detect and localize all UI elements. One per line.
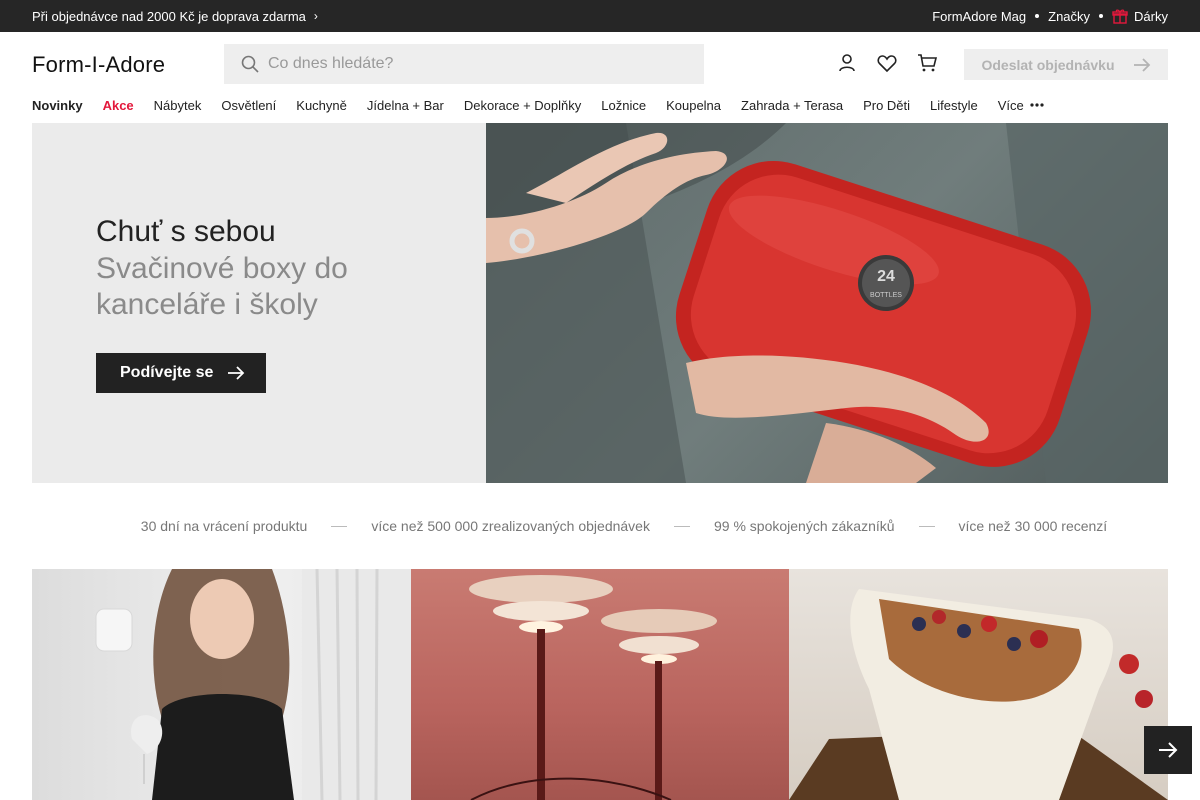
hero-cta-button[interactable]: Podívejte se [96,353,266,393]
logo[interactable]: Form-I-Adore [32,52,165,78]
usp-orders: více než 500 000 zrealizovaných objednáv… [371,518,650,534]
nav-item-garden[interactable]: Zahrada + Terasa [741,98,843,113]
link-gifts[interactable]: Dárky [1112,8,1168,24]
usp-separator [673,525,690,527]
main-nav: Novinky Akce Nábytek Osvětlení Kuchyně J… [32,92,1044,118]
usp-strip: 30 dní na vrácení produktu více než 500 … [0,514,1200,538]
arrow-right-icon [1133,57,1150,72]
free-shipping-link[interactable]: Při objednávce nad 2000 Kč je doprava zd… [32,0,318,32]
nav-item-lighting[interactable]: Osvětlení [221,98,276,113]
lunchbox-illustration: 24 BOTTLES [486,123,1168,483]
promo-carousel [32,569,1168,800]
separator-dot [1099,14,1104,18]
gifts-label: Dárky [1134,8,1168,24]
search-icon [241,55,259,73]
usp-reviews: více než 30 000 recenzí [958,518,1108,534]
promo-bar: Při objednávce nad 2000 Kč je doprava zd… [0,0,1200,32]
wishlist-heart-icon[interactable] [876,52,898,74]
search-box [224,44,704,84]
send-order-button[interactable]: Odeslat objednávku [964,49,1168,80]
more-dots-icon [1030,103,1044,107]
hero-image-lunchbox[interactable]: 24 BOTTLES [486,123,1168,483]
hero-banner: Chuť s sebou Svačinové boxy do kanceláře… [32,123,1168,483]
woman-illustration [95,569,411,800]
usp-separator [331,525,348,527]
usp-satisfaction: 99 % spokojených zákazníků [713,518,895,534]
baking-dish-illustration [789,589,1168,800]
header-icons [836,52,938,74]
arrow-right-icon [228,366,245,380]
gift-icon [1112,9,1128,24]
link-brands[interactable]: Značky [1048,9,1090,24]
nav-item-bathroom[interactable]: Koupelna [666,98,721,113]
nav-item-furniture[interactable]: Nábytek [154,98,202,113]
separator-dot [1035,14,1040,18]
link-mag[interactable]: FormAdore Mag [932,9,1026,24]
nav-item-lifestyle[interactable]: Lifestyle [930,98,978,113]
hero-subtitle: Svačinové boxy do kanceláře i školy [96,252,348,321]
arrow-right-icon [1159,742,1178,758]
hero-cta-label: Podívejte se [120,364,214,381]
usp-returns: 30 dní na vrácení produktu [140,518,308,534]
nav-item-bedroom[interactable]: Ložnice [601,98,646,113]
carousel-next-button[interactable] [1144,726,1192,774]
badge-brand: BOTTLES [870,292,902,299]
usp-separator [918,525,935,527]
nav-item-dining[interactable]: Jídelna + Bar [367,98,444,113]
promo-card-woman[interactable] [32,569,411,800]
promo-card-baking[interactable] [789,569,1168,800]
free-shipping-text: Při objednávce nad 2000 Kč je doprava zd… [32,8,306,24]
nav-item-new[interactable]: Novinky [32,98,83,113]
site-header: Form-I-Adore Odeslat objednávku [0,32,1200,92]
search-input[interactable] [268,55,688,73]
account-icon[interactable] [836,52,858,74]
badge-number: 24 [877,268,895,285]
top-links: FormAdore Mag Značky Dárky [932,0,1168,32]
send-order-label: Odeslat objednávku [981,56,1115,73]
lamps-illustration [469,575,717,800]
hero-text-panel: Chuť s sebou Svačinové boxy do kanceláře… [32,123,486,483]
nav-item-kids[interactable]: Pro Děti [863,98,910,113]
hero-title: Chuť s sebou [96,215,276,248]
chevron-right-icon: › [313,9,318,23]
promo-card-lamps[interactable] [411,569,789,800]
nav-item-decor[interactable]: Dekorace + Doplňky [464,98,581,113]
nav-item-sale[interactable]: Akce [103,98,134,113]
nav-more-label: Více [997,97,1024,113]
cart-icon[interactable] [916,52,938,74]
nav-item-kitchen[interactable]: Kuchyně [296,98,347,113]
nav-item-more[interactable]: Více [998,98,1044,113]
